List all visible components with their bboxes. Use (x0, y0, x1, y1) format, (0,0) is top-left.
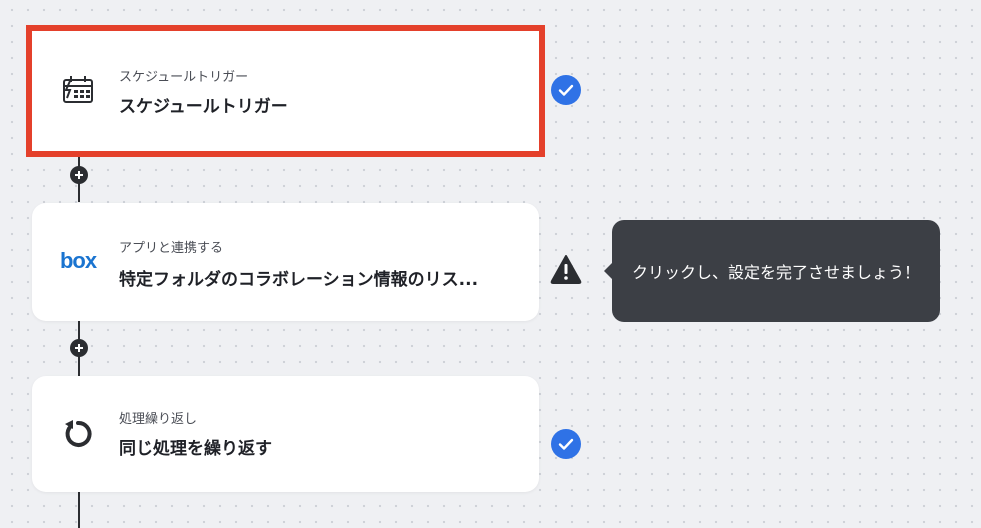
check-icon (551, 75, 581, 105)
step-label: スケジュールトリガー (119, 70, 249, 85)
step-card-schedule-trigger[interactable]: スケジュールトリガー スケジュールトリガー (26, 25, 545, 157)
connector-line (78, 491, 80, 528)
step-card-box-app[interactable]: box アプリと連携する 特定フォルダのコラボレーション情報のリス... (32, 203, 539, 321)
check-icon (551, 429, 581, 459)
add-step-button[interactable] (70, 166, 88, 184)
step-title: 同じ処理を繰り返す (119, 439, 272, 459)
schedule-calendar-icon (58, 70, 98, 110)
add-step-button[interactable] (70, 339, 88, 357)
box-logo: box (59, 248, 97, 273)
tooltip-text: クリックし、設定を完了させましょう！ (631, 263, 920, 282)
step-title: 特定フォルダのコラボレーション情報のリス... (119, 270, 479, 290)
warning-icon (550, 254, 582, 284)
loop-icon (58, 414, 98, 454)
step-card-loop[interactable]: 処理繰り返し 同じ処理を繰り返す (32, 376, 539, 492)
step-label: 処理繰り返し (119, 412, 198, 427)
step-title: スケジュールトリガー (119, 97, 288, 117)
step-label: アプリと連携する (119, 241, 224, 256)
setup-hint-tooltip: クリックし、設定を完了させましょう！ (604, 220, 940, 322)
